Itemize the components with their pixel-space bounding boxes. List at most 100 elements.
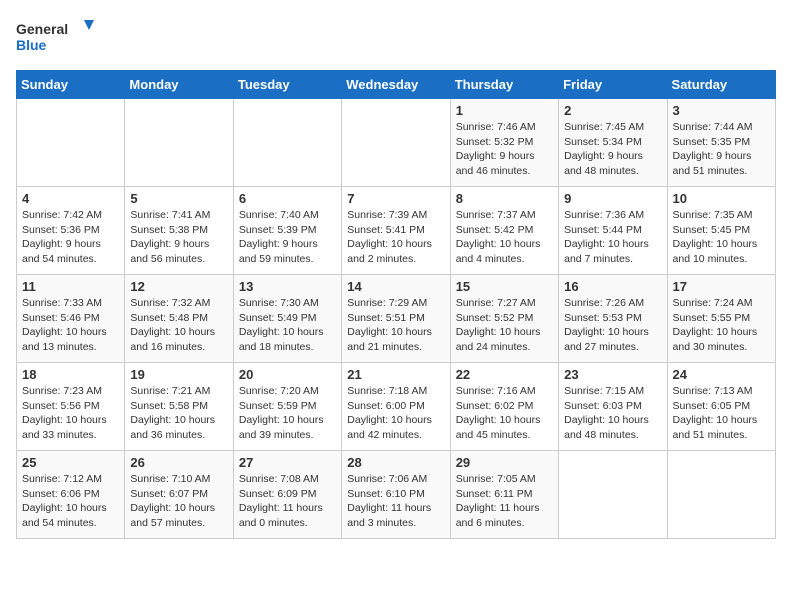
logo: General Blue <box>16 16 96 60</box>
day-number: 28 <box>347 455 444 470</box>
calendar-cell: 17 Sunrise: 7:24 AM Sunset: 5:55 PM Dayli… <box>667 275 775 363</box>
day-info: Sunrise: 7:39 AM Sunset: 5:41 PM Dayligh… <box>347 208 444 267</box>
day-number: 8 <box>456 191 553 206</box>
calendar-cell: 27Sunrise: 7:08 AM Sunset: 6:09 PM Dayli… <box>233 451 341 539</box>
calendar-cell: 13 Sunrise: 7:30 AM Sunset: 5:49 PM Dayli… <box>233 275 341 363</box>
calendar-cell: 3 Sunrise: 7:44 AM Sunset: 5:35 PM Daylig… <box>667 99 775 187</box>
day-number: 6 <box>239 191 336 206</box>
calendar-cell <box>559 451 667 539</box>
day-info: Sunrise: 7:36 AM Sunset: 5:44 PM Dayligh… <box>564 208 661 267</box>
day-number: 2 <box>564 103 661 118</box>
page-header: General Blue <box>16 16 776 60</box>
col-header-saturday: Saturday <box>667 71 775 99</box>
col-header-monday: Monday <box>125 71 233 99</box>
calendar-cell: 5 Sunrise: 7:41 AM Sunset: 5:38 PM Daylig… <box>125 187 233 275</box>
day-info: Sunrise: 7:24 AM Sunset: 5:55 PM Dayligh… <box>673 296 770 355</box>
day-number: 9 <box>564 191 661 206</box>
day-info: Sunrise: 7:26 AM Sunset: 5:53 PM Dayligh… <box>564 296 661 355</box>
day-info: Sunrise: 7:46 AM Sunset: 5:32 PM Dayligh… <box>456 120 553 179</box>
calendar-cell: 19 Sunrise: 7:21 AM Sunset: 5:58 PM Dayli… <box>125 363 233 451</box>
day-number: 23 <box>564 367 661 382</box>
day-info: Sunrise: 7:15 AM Sunset: 6:03 PM Dayligh… <box>564 384 661 443</box>
day-info: Sunrise: 7:06 AM Sunset: 6:10 PM Dayligh… <box>347 472 444 531</box>
calendar-cell: 18 Sunrise: 7:23 AM Sunset: 5:56 PM Dayli… <box>17 363 125 451</box>
calendar-cell <box>17 99 125 187</box>
day-number: 3 <box>673 103 770 118</box>
day-info: Sunrise: 7:18 AM Sunset: 6:00 PM Dayligh… <box>347 384 444 443</box>
week-row-1: 1 Sunrise: 7:46 AM Sunset: 5:32 PM Daylig… <box>17 99 776 187</box>
calendar-cell: 24 Sunrise: 7:13 AM Sunset: 6:05 PM Dayli… <box>667 363 775 451</box>
col-header-friday: Friday <box>559 71 667 99</box>
calendar-cell <box>667 451 775 539</box>
day-info: Sunrise: 7:16 AM Sunset: 6:02 PM Dayligh… <box>456 384 553 443</box>
calendar-cell: 9 Sunrise: 7:36 AM Sunset: 5:44 PM Daylig… <box>559 187 667 275</box>
day-info: Sunrise: 7:29 AM Sunset: 5:51 PM Dayligh… <box>347 296 444 355</box>
calendar-cell: 22 Sunrise: 7:16 AM Sunset: 6:02 PM Dayli… <box>450 363 558 451</box>
day-info: Sunrise: 7:35 AM Sunset: 5:45 PM Dayligh… <box>673 208 770 267</box>
day-number: 15 <box>456 279 553 294</box>
calendar-cell: 29Sunrise: 7:05 AM Sunset: 6:11 PM Dayli… <box>450 451 558 539</box>
day-number: 21 <box>347 367 444 382</box>
calendar-cell: 25 Sunrise: 7:12 AM Sunset: 6:06 PM Dayli… <box>17 451 125 539</box>
day-number: 26 <box>130 455 227 470</box>
day-info: Sunrise: 7:21 AM Sunset: 5:58 PM Dayligh… <box>130 384 227 443</box>
day-info: Sunrise: 7:20 AM Sunset: 5:59 PM Dayligh… <box>239 384 336 443</box>
day-number: 24 <box>673 367 770 382</box>
week-row-5: 25 Sunrise: 7:12 AM Sunset: 6:06 PM Dayli… <box>17 451 776 539</box>
day-info: Sunrise: 7:45 AM Sunset: 5:34 PM Dayligh… <box>564 120 661 179</box>
col-header-sunday: Sunday <box>17 71 125 99</box>
col-header-tuesday: Tuesday <box>233 71 341 99</box>
day-info: Sunrise: 7:30 AM Sunset: 5:49 PM Dayligh… <box>239 296 336 355</box>
day-info: Sunrise: 7:41 AM Sunset: 5:38 PM Dayligh… <box>130 208 227 267</box>
day-number: 20 <box>239 367 336 382</box>
calendar-table: SundayMondayTuesdayWednesdayThursdayFrid… <box>16 70 776 539</box>
calendar-cell: 1 Sunrise: 7:46 AM Sunset: 5:32 PM Daylig… <box>450 99 558 187</box>
calendar-cell: 10 Sunrise: 7:35 AM Sunset: 5:45 PM Dayli… <box>667 187 775 275</box>
day-info: Sunrise: 7:37 AM Sunset: 5:42 PM Dayligh… <box>456 208 553 267</box>
day-number: 11 <box>22 279 119 294</box>
day-number: 18 <box>22 367 119 382</box>
week-row-2: 4Sunrise: 7:42 AM Sunset: 5:36 PM Daylig… <box>17 187 776 275</box>
day-number: 14 <box>347 279 444 294</box>
calendar-cell: 6 Sunrise: 7:40 AM Sunset: 5:39 PM Daylig… <box>233 187 341 275</box>
day-info: Sunrise: 7:32 AM Sunset: 5:48 PM Dayligh… <box>130 296 227 355</box>
calendar-cell: 16Sunrise: 7:26 AM Sunset: 5:53 PM Dayli… <box>559 275 667 363</box>
day-number: 29 <box>456 455 553 470</box>
calendar-cell: 8 Sunrise: 7:37 AM Sunset: 5:42 PM Daylig… <box>450 187 558 275</box>
day-number: 1 <box>456 103 553 118</box>
day-info: Sunrise: 7:33 AM Sunset: 5:46 PM Dayligh… <box>22 296 119 355</box>
day-info: Sunrise: 7:08 AM Sunset: 6:09 PM Dayligh… <box>239 472 336 531</box>
day-number: 5 <box>130 191 227 206</box>
day-number: 17 <box>673 279 770 294</box>
calendar-cell <box>125 99 233 187</box>
calendar-cell: 12 Sunrise: 7:32 AM Sunset: 5:48 PM Dayli… <box>125 275 233 363</box>
day-info: Sunrise: 7:12 AM Sunset: 6:06 PM Dayligh… <box>22 472 119 531</box>
day-number: 4 <box>22 191 119 206</box>
calendar-cell: 2 Sunrise: 7:45 AM Sunset: 5:34 PM Daylig… <box>559 99 667 187</box>
day-number: 13 <box>239 279 336 294</box>
calendar-cell: 28 Sunrise: 7:06 AM Sunset: 6:10 PM Dayli… <box>342 451 450 539</box>
day-info: Sunrise: 7:13 AM Sunset: 6:05 PM Dayligh… <box>673 384 770 443</box>
day-number: 12 <box>130 279 227 294</box>
calendar-cell <box>233 99 341 187</box>
calendar-cell: 21 Sunrise: 7:18 AM Sunset: 6:00 PM Dayli… <box>342 363 450 451</box>
calendar-cell: 15Sunrise: 7:27 AM Sunset: 5:52 PM Dayli… <box>450 275 558 363</box>
week-row-3: 11 Sunrise: 7:33 AM Sunset: 5:46 PM Dayli… <box>17 275 776 363</box>
day-info: Sunrise: 7:23 AM Sunset: 5:56 PM Dayligh… <box>22 384 119 443</box>
day-number: 25 <box>22 455 119 470</box>
svg-text:Blue: Blue <box>16 37 47 53</box>
calendar-cell: 23 Sunrise: 7:15 AM Sunset: 6:03 PM Dayli… <box>559 363 667 451</box>
col-header-wednesday: Wednesday <box>342 71 450 99</box>
col-header-thursday: Thursday <box>450 71 558 99</box>
calendar-cell: 26Sunrise: 7:10 AM Sunset: 6:07 PM Dayli… <box>125 451 233 539</box>
calendar-cell: 7Sunrise: 7:39 AM Sunset: 5:41 PM Daylig… <box>342 187 450 275</box>
day-info: Sunrise: 7:44 AM Sunset: 5:35 PM Dayligh… <box>673 120 770 179</box>
calendar-cell: 4Sunrise: 7:42 AM Sunset: 5:36 PM Daylig… <box>17 187 125 275</box>
calendar-cell: 11 Sunrise: 7:33 AM Sunset: 5:46 PM Dayli… <box>17 275 125 363</box>
day-number: 22 <box>456 367 553 382</box>
week-row-4: 18 Sunrise: 7:23 AM Sunset: 5:56 PM Dayli… <box>17 363 776 451</box>
day-number: 10 <box>673 191 770 206</box>
day-info: Sunrise: 7:40 AM Sunset: 5:39 PM Dayligh… <box>239 208 336 267</box>
calendar-cell: 14 Sunrise: 7:29 AM Sunset: 5:51 PM Dayli… <box>342 275 450 363</box>
day-number: 19 <box>130 367 227 382</box>
